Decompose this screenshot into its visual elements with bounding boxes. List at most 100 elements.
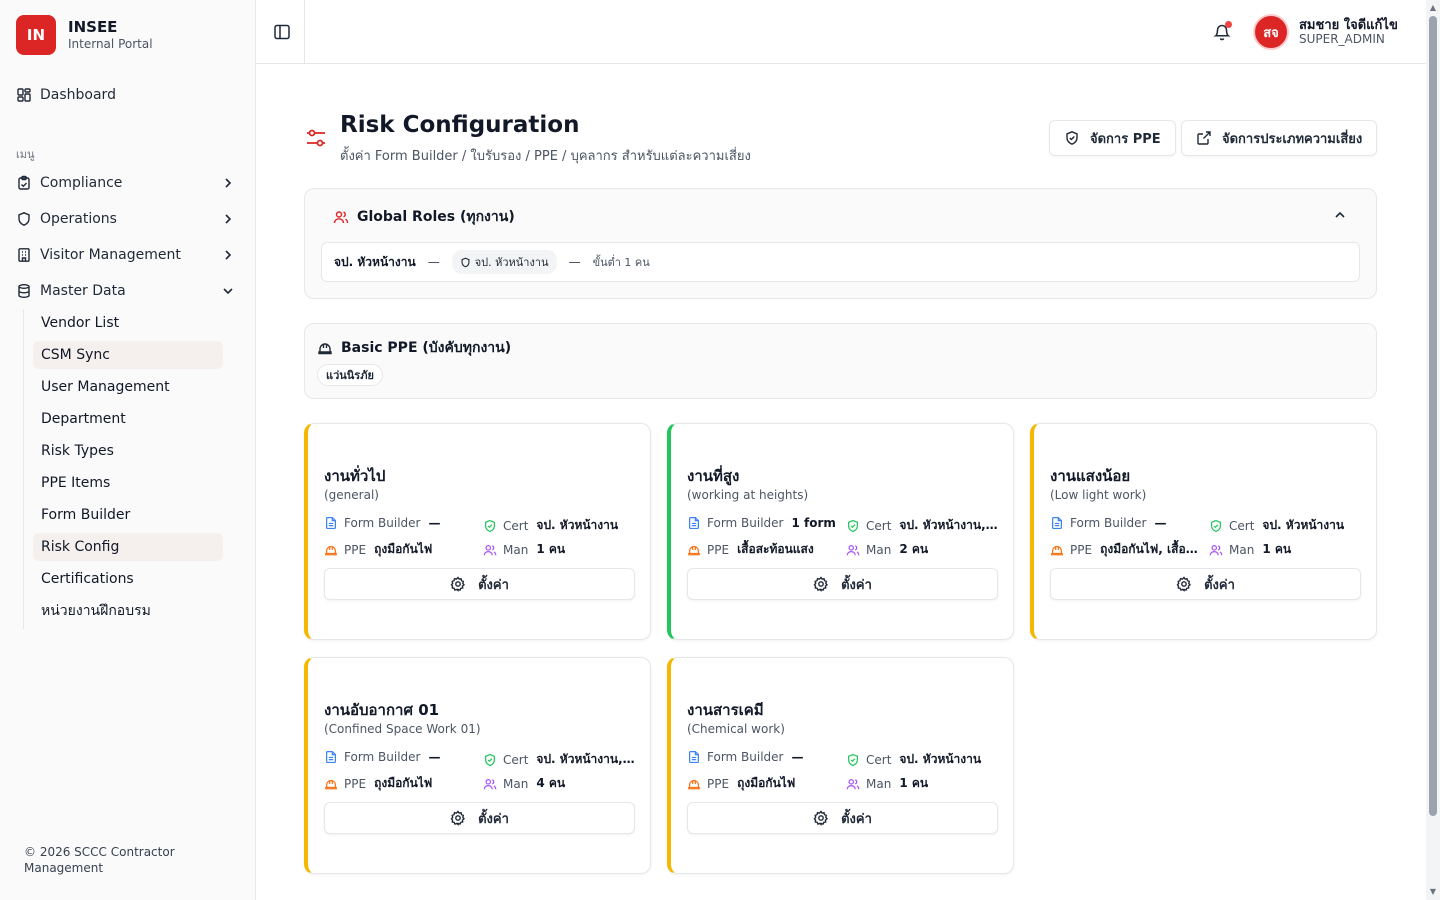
sidebar-item-training-units[interactable]: หน่วยงานฝึกอบรม (33, 597, 223, 625)
hard-hat-icon (688, 545, 700, 555)
chevron-right-icon (225, 178, 232, 188)
risk-card: งานที่สูง (working at heights) Form Buil… (667, 423, 1014, 640)
gear-icon (813, 810, 829, 826)
sidebar-item-certifications[interactable]: Certifications (33, 565, 223, 593)
cert-meta: Cert จป. หัวหน้างาน (1209, 516, 1361, 535)
shield-check-icon (485, 519, 495, 532)
shield-icon (16, 211, 32, 227)
form-builder-meta: Form Builder — (1050, 516, 1200, 530)
risk-name: งานทั่วไป (324, 467, 386, 485)
sidebar-item-user-management[interactable]: User Management (33, 373, 223, 401)
configure-button[interactable]: ตั้งค่า (687, 802, 998, 834)
shield-check-icon (485, 753, 495, 766)
sidebar-item-master-data[interactable]: Master Data (8, 275, 244, 307)
page-subtitle: ตั้งค่า Form Builder / ใบรับรอง / PPE / … (340, 149, 751, 164)
users-icon (483, 778, 497, 789)
sidebar-toggle-icon[interactable] (272, 22, 292, 42)
sidebar-item-compliance[interactable]: Compliance (8, 167, 244, 199)
configure-button[interactable]: ตั้งค่า (324, 568, 635, 600)
gear-icon (450, 576, 466, 592)
clipboard-check-icon (16, 175, 32, 191)
configure-button[interactable]: ตั้งค่า (324, 802, 635, 834)
global-roles-title: Global Roles (ทุกงาน) (333, 206, 515, 228)
hard-hat-icon (318, 343, 332, 355)
scroll-thumb[interactable] (1429, 16, 1437, 816)
risk-name: งานสารเคมี (687, 701, 764, 719)
topbar-divider (304, 0, 305, 64)
risk-card: งานอับอากาศ 01 (Confined Space Work 01) … (304, 657, 651, 874)
sidebar: IN INSEE Internal Portal Dashboard เมนู … (0, 0, 256, 900)
form-builder-meta: Form Builder — (324, 750, 474, 764)
basic-ppe-title: Basic PPE (บังคับทุกงาน) (317, 337, 511, 359)
topbar: สจ สมชาย ใจดีแก้ไข SUPER_ADMIN (256, 0, 1426, 64)
risk-code: (general) (324, 488, 379, 502)
man-meta: Man 4 คน (483, 774, 635, 793)
sidebar-item-vendor-list[interactable]: Vendor List (33, 309, 223, 337)
sidebar-item-risk-config[interactable]: Risk Config (33, 533, 223, 561)
hard-hat-icon (688, 779, 700, 789)
global-role-row: จป. หัวหน้างาน — จป. หัวหน้างาน — ขั้นต่… (321, 242, 1360, 282)
gear-icon (1176, 576, 1192, 592)
brand[interactable]: IN INSEE Internal Portal (16, 15, 153, 55)
sidebar-item-label: Dashboard (40, 87, 116, 103)
sidebar-item-csm-sync[interactable]: CSM Sync (33, 341, 223, 369)
sidebar-item-label: Visitor Management (40, 247, 181, 263)
configure-button[interactable]: ตั้งค่า (687, 568, 998, 600)
scroll-down-arrow[interactable]: ▼ (1429, 888, 1437, 896)
risk-code: (Chemical work) (687, 722, 785, 736)
scroll-up-arrow[interactable]: ▲ (1429, 4, 1437, 12)
sidebar-item-visitor-management[interactable]: Visitor Management (8, 239, 244, 271)
sidebar-item-ppe-items[interactable]: PPE Items (33, 469, 223, 497)
ppe-meta: PPE เสื้อสะท้อนแสง (687, 540, 837, 559)
basic-ppe-panel: Basic PPE (บังคับทุกงาน) แว่นนิรภัย (304, 323, 1377, 399)
manage-ppe-button[interactable]: จัดการ PPE (1049, 120, 1176, 156)
brand-subtitle: Internal Portal (68, 37, 153, 51)
risk-name: งานอับอากาศ 01 (324, 701, 440, 719)
cert-meta: Certจป. หัวหน้างาน, ทำ... (846, 516, 998, 535)
copyright: © 2026 SCCC Contractor Management (24, 845, 175, 875)
global-roles-panel: Global Roles (ทุกงาน) จป. หัวหน้างาน — จ… (304, 188, 1377, 299)
risk-card: งานแสงน้อย (Low light work) Form Builder… (1030, 423, 1377, 640)
risk-code: (Confined Space Work 01) (324, 722, 481, 736)
man-meta: Man 1 คน (483, 540, 635, 559)
page-title: Risk Configuration (340, 112, 580, 138)
man-meta: Man 2 คน (846, 540, 998, 559)
shield-check-icon (1066, 131, 1078, 145)
file-text-icon (689, 750, 699, 764)
nav-section-label: เมนู (16, 148, 35, 161)
page-scrollbar[interactable]: ▲ ▼ (1426, 0, 1440, 900)
sidebar-item-risk-types[interactable]: Risk Types (33, 437, 223, 465)
dashboard-icon (16, 87, 32, 103)
user-role: SUPER_ADMIN (1299, 32, 1385, 46)
building-icon (16, 247, 32, 263)
form-builder-meta: Form Builder — (324, 516, 474, 530)
brand-name: INSEE (68, 18, 118, 36)
sliders-icon (307, 129, 325, 147)
sidebar-item-dashboard[interactable]: Dashboard (8, 79, 244, 111)
hard-hat-icon (325, 545, 337, 555)
ppe-meta: PPE ถุงมือกันไฟ (687, 774, 837, 793)
role-name: จป. หัวหน้างาน (334, 254, 416, 269)
risk-code: (working at heights) (687, 488, 809, 502)
chevron-up-icon[interactable] (1332, 207, 1348, 223)
manage-risk-types-button[interactable]: จัดการประเภทความเสี่ยง (1181, 120, 1378, 156)
file-text-icon (326, 750, 336, 764)
external-link-icon (1197, 131, 1211, 145)
sidebar-item-department[interactable]: Department (33, 405, 223, 433)
form-builder-meta: Form Builder — (687, 750, 837, 764)
sidebar-item-label: Operations (40, 211, 117, 227)
sidebar-item-label: Compliance (40, 175, 123, 191)
avatar[interactable]: สจ (1253, 14, 1289, 50)
cert-meta: Cert จป. หัวหน้างาน (846, 750, 998, 769)
sidebar-item-form-builder[interactable]: Form Builder (33, 501, 223, 529)
notification-dot (1225, 21, 1232, 28)
risk-name: งานแสงน้อย (1050, 467, 1131, 485)
database-icon (16, 283, 32, 299)
notification-button[interactable] (1212, 21, 1232, 42)
hard-hat-icon (1051, 545, 1063, 555)
cert-meta: Cert จป. หัวหน้างาน (483, 516, 635, 535)
form-builder-meta: Form Builder 1 form (687, 516, 837, 530)
configure-button[interactable]: ตั้งค่า (1050, 568, 1361, 600)
submenu-line (23, 309, 24, 629)
sidebar-item-operations[interactable]: Operations (8, 203, 244, 235)
